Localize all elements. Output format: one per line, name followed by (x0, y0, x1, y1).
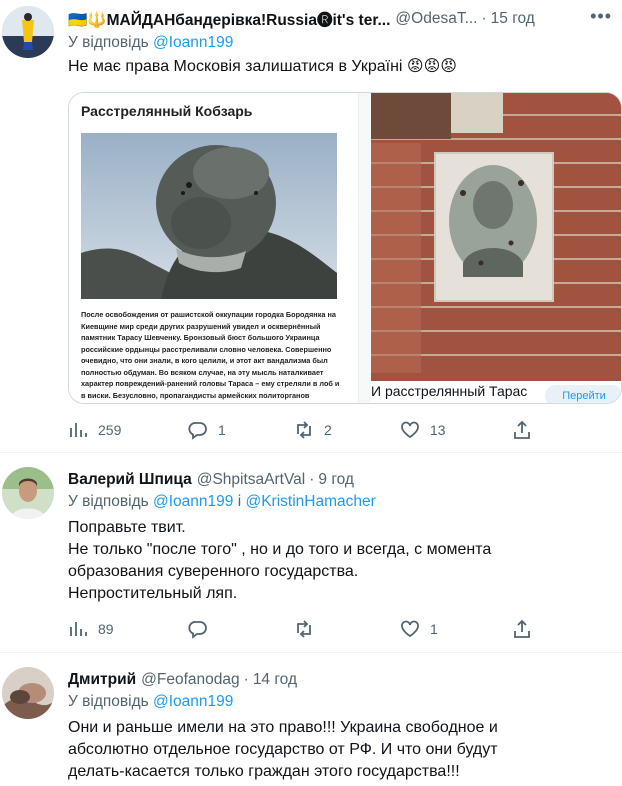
reply-prefix: У відповідь (68, 693, 149, 710)
views-icon (70, 622, 87, 636)
retweet-icon (297, 421, 311, 439)
reply-prefix: У відповідь (68, 493, 149, 510)
timestamp[interactable]: 15 год (491, 10, 535, 28)
avatar[interactable] (2, 6, 54, 58)
portrait-image[interactable] (371, 93, 621, 383)
tweet-text: Поправьте твит. Не только "после того" ,… (68, 517, 612, 605)
avatar[interactable] (2, 667, 54, 719)
statue-photo (81, 133, 337, 299)
separator-dot: · (309, 471, 315, 488)
views-icon (70, 423, 87, 437)
action-bar: 89 1 (68, 617, 538, 641)
like-button[interactable]: 1 (400, 619, 512, 639)
reply-joiner: і (237, 493, 242, 510)
avatar[interactable] (2, 467, 54, 519)
like-count: 13 (430, 422, 446, 438)
share-button[interactable] (512, 420, 532, 440)
tweet-1[interactable]: 🇺🇦🔱МАЙДАНбандерівка!Russia🅡it's ter... @… (0, 0, 622, 452)
views-button[interactable]: 89 (68, 619, 188, 639)
timestamp[interactable]: 9 год (318, 471, 354, 489)
tweet-text: Они и раньше имели на это право!!! Украи… (68, 719, 498, 780)
like-count: 1 (430, 621, 438, 637)
reply-count: 1 (218, 422, 226, 438)
like-icon (401, 620, 419, 638)
reply-icon (188, 422, 207, 440)
author-name[interactable]: Валерий Шпица (68, 471, 192, 489)
article-image[interactable]: Расстрелянный Кобзарь После освобождения… (69, 93, 359, 403)
more-options-icon[interactable]: ••• (590, 6, 612, 27)
reply-button[interactable]: 1 (188, 420, 294, 440)
tweet-header: 🇺🇦🔱МАЙДАНбандерівка!Russia🅡it's ter... @… (68, 8, 616, 30)
tweet-3[interactable]: Дмитрий @Feofanodag · 14 год У відповідь… (0, 653, 622, 786)
article-title: Расстрелянный Кобзарь (81, 103, 253, 119)
tweet-header: Дмитрий @Feofanodag · 14 год (68, 669, 616, 691)
reply-icon (188, 621, 207, 639)
reply-prefix: У відповідь (68, 34, 149, 51)
tweet-text: Не має права Московія залишатися в Украї… (68, 58, 457, 75)
views-button[interactable]: 259 (68, 420, 188, 440)
avatar-image (2, 6, 54, 58)
author-handle[interactable]: @OdesaT... (395, 10, 477, 28)
action-bar: 259 1 2 13 (68, 418, 538, 442)
retweet-count: 2 (324, 422, 332, 438)
reply-handle-link[interactable]: @Ioann199 (153, 34, 233, 51)
author-handle[interactable]: @ShpitsaArtVal (197, 471, 306, 489)
author-handle[interactable]: @Feofanodag (141, 671, 239, 689)
views-count: 259 (98, 422, 122, 438)
reply-context: У відповідь @Ioann199 (68, 693, 233, 711)
reply-handle-link[interactable]: @Ioann199 (153, 493, 233, 510)
reply-handle-link[interactable]: @Ioann199 (153, 693, 233, 710)
share-icon (514, 420, 530, 439)
tweet-text-line: Непростительный ляп. (68, 585, 238, 602)
share-button[interactable] (512, 619, 532, 639)
timestamp[interactable]: 14 год (253, 671, 297, 689)
like-button[interactable]: 13 (400, 420, 512, 440)
reply-button[interactable] (188, 619, 294, 639)
card-caption: И расстрелянный Тарас Перейти (371, 381, 621, 403)
tweet-header: Валерий Шпица @ShpitsaArtVal · 9 год (68, 469, 616, 491)
retweet-button[interactable] (294, 619, 400, 639)
reply-context: У відповідь @Ioann199 і @KristinHamacher (68, 493, 376, 511)
retweet-button[interactable]: 2 (294, 420, 400, 440)
tweet-text-line: Не только "после того" , но и до того и … (68, 541, 492, 580)
avatar-image (2, 667, 54, 719)
tweet-text-line: Поправьте твит. (68, 519, 186, 536)
caption-text: И расстрелянный Тарас (371, 383, 528, 399)
author-name[interactable]: Дмитрий (68, 671, 136, 689)
tweet-2[interactable]: Валерий Шпица @ShpitsaArtVal · 9 год У в… (0, 453, 622, 651)
open-link-button[interactable]: Перейти (545, 385, 621, 403)
reply-handle-link[interactable]: @KristinHamacher (245, 493, 375, 510)
share-icon (514, 619, 530, 638)
media-card[interactable]: Расстрелянный Кобзарь После освобождения… (68, 92, 622, 404)
article-body: После освобождения от рашистской оккупац… (81, 310, 340, 403)
author-name[interactable]: 🇺🇦🔱МАЙДАНбандерівка!Russia🅡it's ter... (68, 8, 390, 30)
like-icon (401, 421, 419, 439)
reply-context: У відповідь @Ioann199 (68, 34, 233, 52)
avatar-image (2, 467, 54, 519)
retweet-icon (297, 620, 311, 638)
separator-dot: · (243, 671, 249, 688)
views-count: 89 (98, 621, 114, 637)
separator-dot: · (481, 10, 487, 27)
